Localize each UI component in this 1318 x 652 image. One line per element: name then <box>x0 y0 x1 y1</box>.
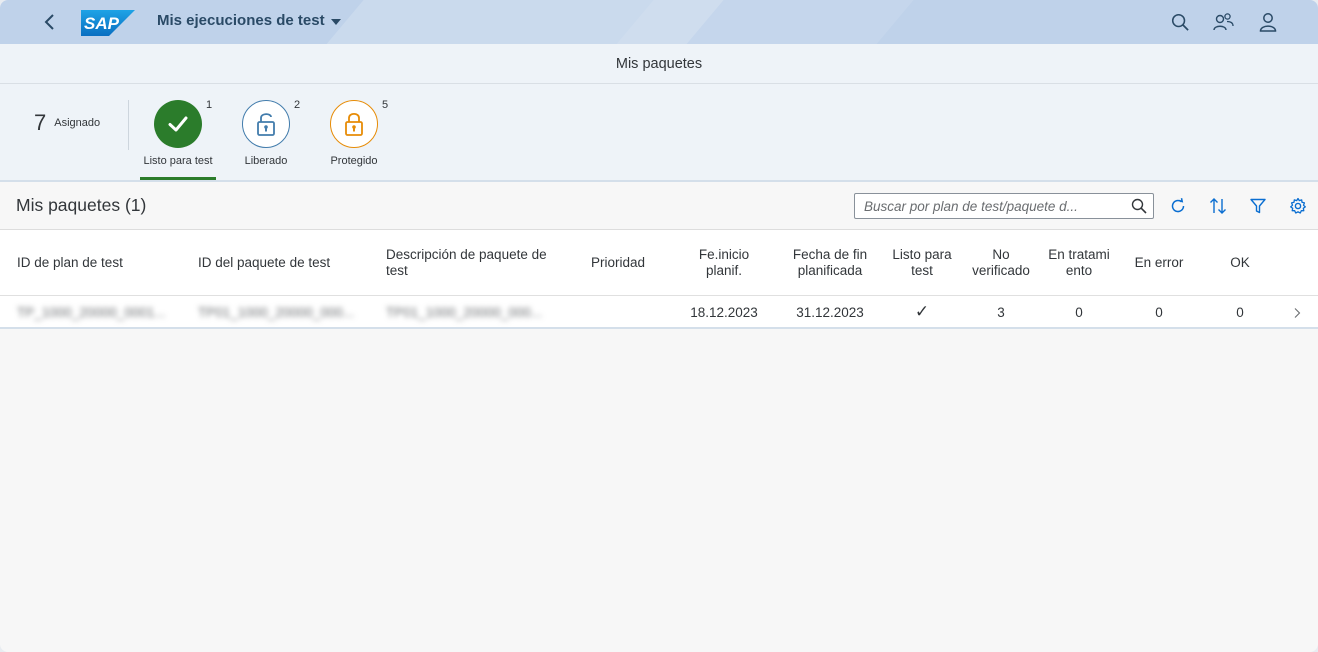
sap-logo-text: SAP <box>84 14 120 33</box>
users-icon <box>1213 13 1234 31</box>
tab-icon-circle <box>242 100 290 148</box>
sort-button[interactable] <box>1208 196 1228 216</box>
refresh-button[interactable] <box>1168 196 1188 216</box>
total-count-number: 7 <box>34 110 47 135</box>
search-icon <box>1171 13 1189 31</box>
locked-icon <box>345 112 363 136</box>
cell-priority <box>591 296 681 328</box>
cell-ok: 0 <box>1236 304 1244 320</box>
gear-icon <box>1290 197 1306 214</box>
filter-button[interactable] <box>1248 196 1268 216</box>
table-toolbar: Mis paquetes (1) <box>0 182 1318 230</box>
search-field[interactable] <box>854 193 1154 219</box>
cell-ready-checkmark-icon: ✓ <box>914 302 930 321</box>
search-icon[interactable] <box>1131 198 1147 214</box>
table-header: ID de plan de test ID del paquete de tes… <box>0 230 1318 296</box>
app-title-menu[interactable]: Mis ejecuciones de test <box>157 12 341 29</box>
table-row[interactable]: TP_1000_20000_0001... TP01_1000_20000_00… <box>0 296 1318 329</box>
cell-not-verified: 3 <box>997 304 1005 320</box>
user-group-button[interactable] <box>1211 10 1235 34</box>
tab-count: 1 <box>206 99 213 111</box>
column-header-in-error[interactable]: En error <box>1124 230 1194 296</box>
column-header-end-date[interactable]: Fecha de fin planificada <box>780 230 880 296</box>
back-button[interactable] <box>36 8 64 36</box>
total-count-label: Asignado <box>54 117 101 129</box>
cell-plan-id: TP_1000_20000_0001... <box>17 304 166 320</box>
tab-label: Listo para test <box>143 155 213 167</box>
total-count[interactable]: 7 Asignado <box>34 110 100 136</box>
chevron-left-icon <box>44 14 54 30</box>
tab-released[interactable]: 2 Liberado <box>226 99 306 180</box>
tab-icon-circle <box>154 100 202 148</box>
cell-in-error: 0 <box>1155 304 1163 320</box>
settings-button[interactable] <box>1288 196 1308 216</box>
sap-logo-shape: SAP <box>81 10 135 36</box>
tab-count: 2 <box>294 99 301 111</box>
checkmark-icon <box>168 116 188 132</box>
user-icon <box>1259 13 1277 32</box>
column-header-start-date[interactable]: Fe.inicio planif. <box>684 230 764 296</box>
tab-separator <box>128 100 129 150</box>
tab-protected[interactable]: 5 Protegido <box>314 99 394 180</box>
shell-bar: SAP Mis ejecuciones de test <box>0 0 1318 44</box>
page-title-bar: Mis paquetes <box>0 44 1318 84</box>
column-header-not-verified[interactable]: No verificado <box>966 230 1036 296</box>
search-input[interactable] <box>855 194 1125 218</box>
tab-selected-indicator <box>140 177 216 180</box>
tab-label: Protegido <box>330 155 378 167</box>
tab-icon-circle <box>330 100 378 148</box>
column-header-package-id[interactable]: ID del paquete de test <box>198 230 373 296</box>
caret-down-icon <box>330 18 341 25</box>
column-header-plan-id[interactable]: ID de plan de test <box>17 230 187 296</box>
column-header-in-process[interactable]: En tratamiento <box>1045 230 1113 296</box>
user-profile-button[interactable] <box>1256 10 1280 34</box>
cell-description: TP01_1000_20000_000... <box>386 304 543 320</box>
filter-icon <box>1250 198 1266 214</box>
cell-end-date: 31.12.2023 <box>796 304 864 320</box>
icon-tab-bar: 7 Asignado 1 Listo para test 2 Liberado … <box>0 84 1318 182</box>
search-button[interactable] <box>1168 10 1192 34</box>
refresh-icon <box>1171 198 1185 213</box>
chevron-right-icon[interactable] <box>1290 306 1304 320</box>
column-header-ok[interactable]: OK <box>1210 230 1270 296</box>
unlocked-icon <box>257 113 275 136</box>
cell-in-process: 0 <box>1075 304 1083 320</box>
column-header-description[interactable]: Descripción de paquete de test <box>386 230 566 296</box>
tab-count: 5 <box>382 99 389 111</box>
table-title: Mis paquetes (1) <box>16 195 147 215</box>
cell-package-id: TP01_1000_20000_000... <box>198 304 355 320</box>
sort-icon <box>1210 198 1226 214</box>
app-window: SAP Mis ejecuciones de test Mis paquetes… <box>0 0 1318 652</box>
sap-logo[interactable]: SAP <box>81 10 135 36</box>
page-title: Mis paquetes <box>615 55 703 72</box>
cell-start-date: 18.12.2023 <box>690 304 758 320</box>
column-header-priority[interactable]: Prioridad <box>591 230 681 296</box>
column-header-ready[interactable]: Listo para test <box>884 230 960 296</box>
app-title: Mis ejecuciones de test <box>157 12 325 29</box>
tab-ready-for-test[interactable]: 1 Listo para test <box>138 99 218 180</box>
tab-label: Liberado <box>244 155 288 167</box>
